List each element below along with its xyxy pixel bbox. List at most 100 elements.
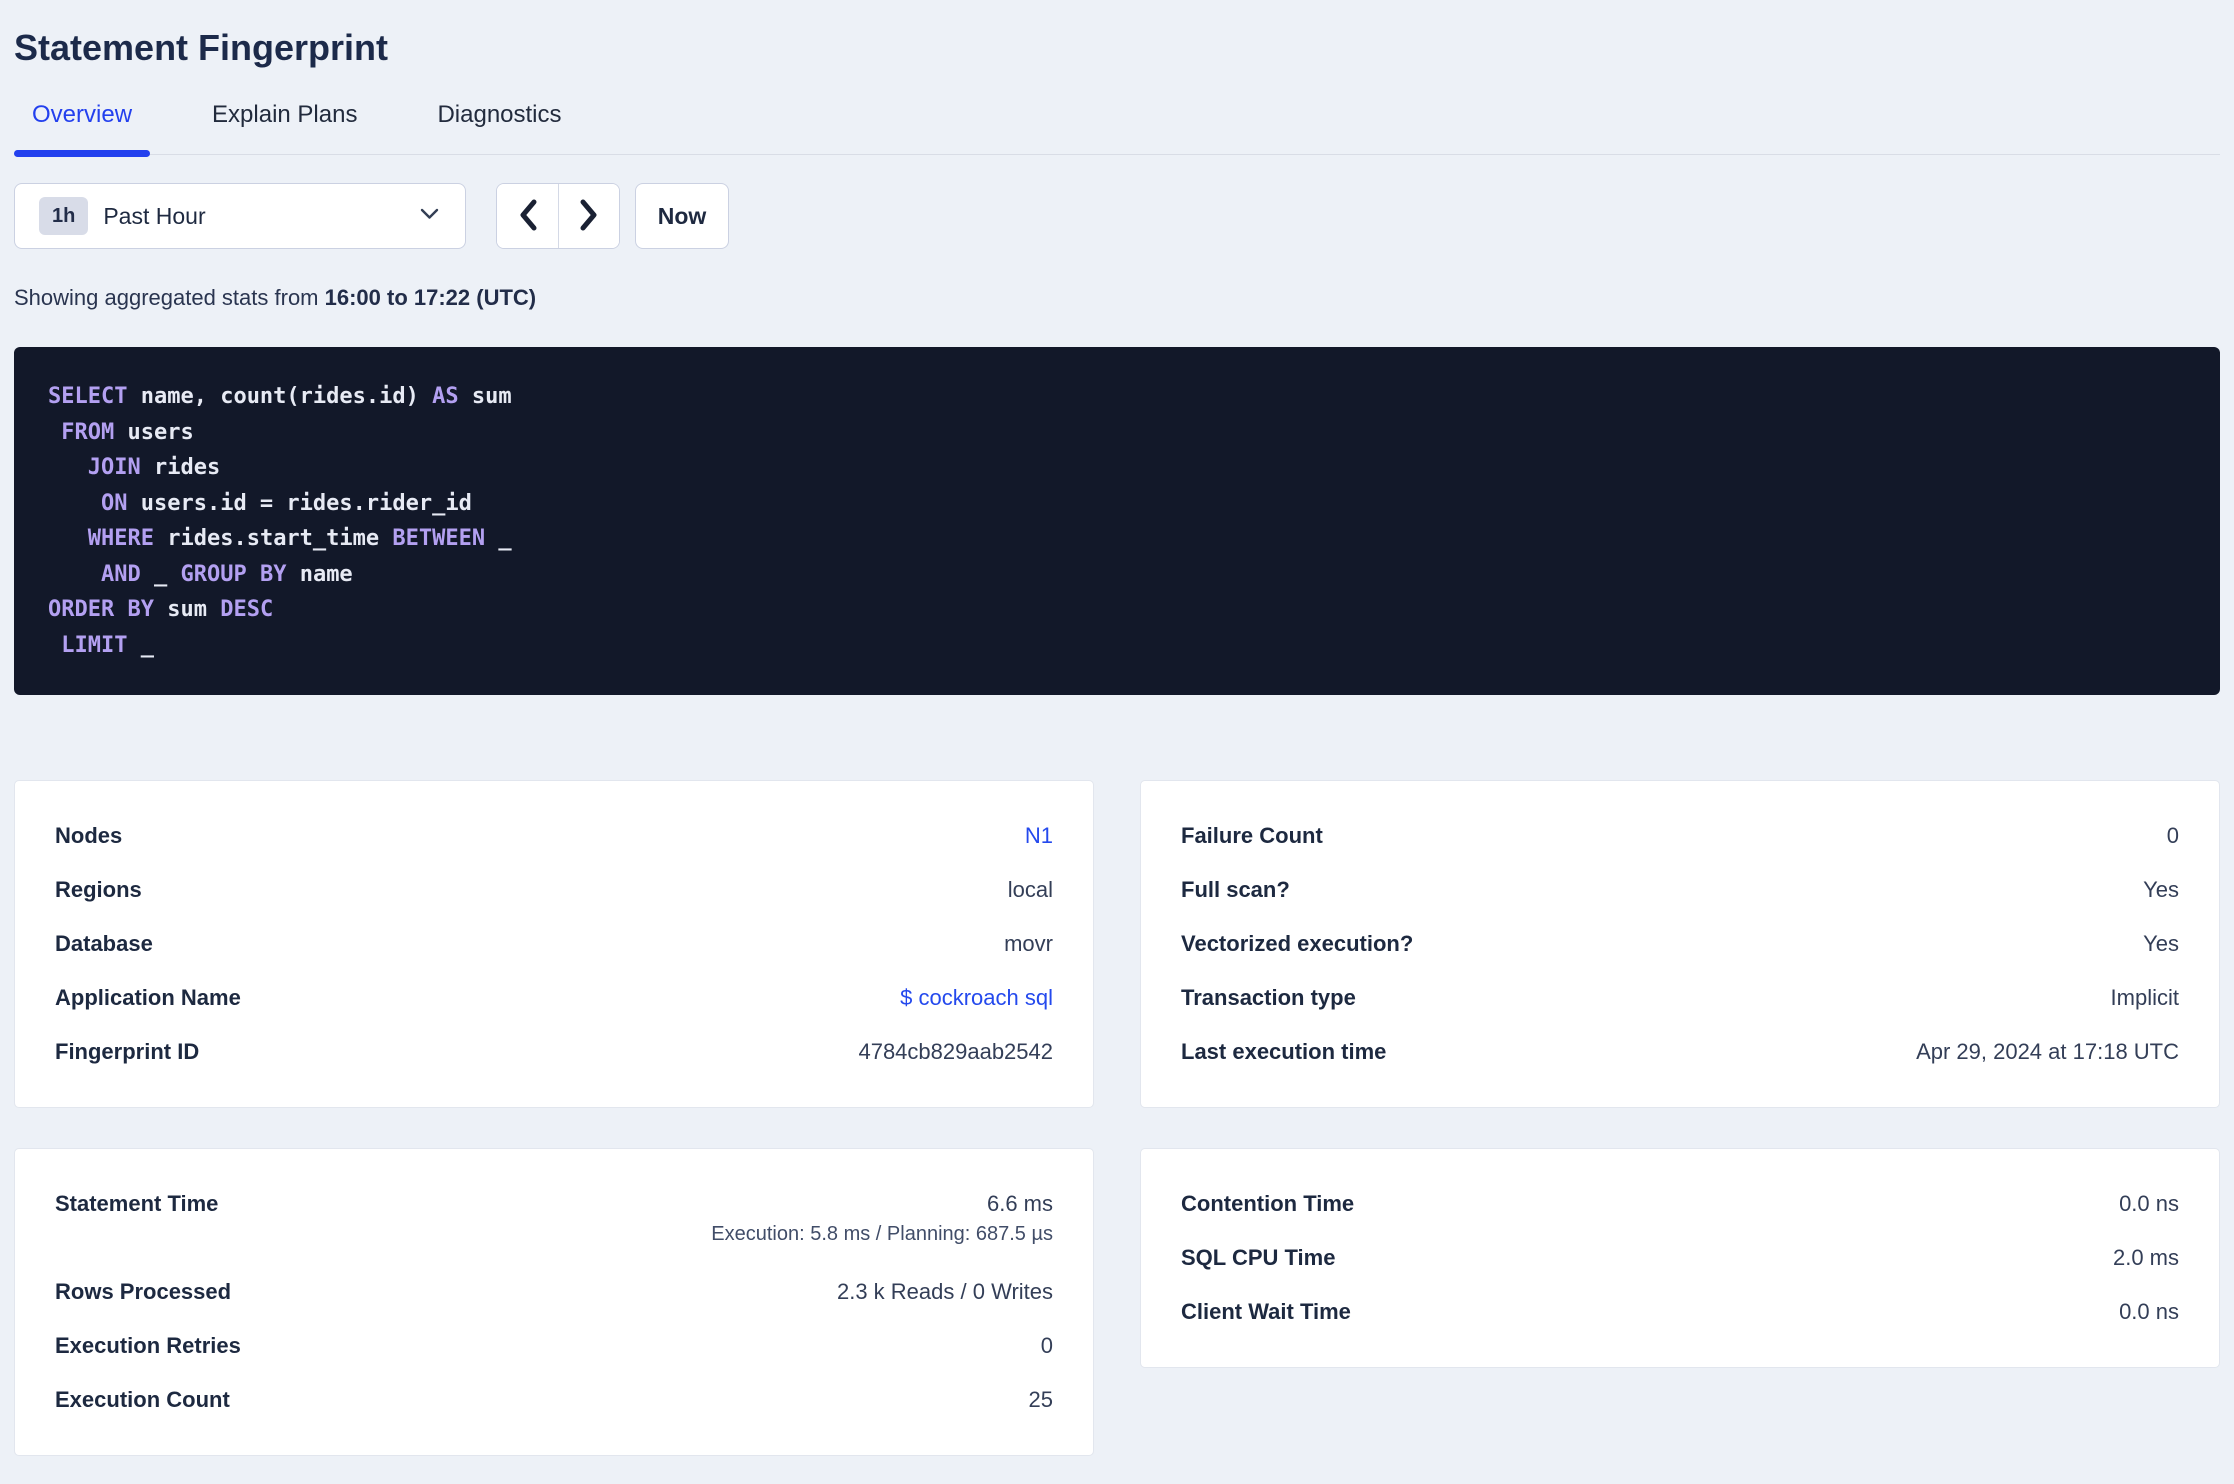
sql-keyword: AND xyxy=(100,561,141,587)
sql-keyword: LIMIT xyxy=(61,632,128,658)
stat-value: 2.0 ms xyxy=(2112,1245,2179,1270)
stat-value: 4784cb829aab2542 xyxy=(858,1039,1053,1064)
stat-value: 2.3 k Reads / 0 Writes xyxy=(836,1279,1053,1304)
stat-label: Application Name xyxy=(55,985,241,1010)
sql-line: LIMIT _ xyxy=(48,628,2186,664)
sql-identifier xyxy=(48,455,88,480)
sql-identifier xyxy=(48,633,61,658)
stat-label: Nodes xyxy=(55,823,123,848)
sql-line: ORDER BY sum DESC xyxy=(48,592,2186,628)
stat-label: Client Wait Time xyxy=(1181,1299,1351,1324)
stat-label: Statement Time xyxy=(55,1191,219,1216)
time-prev-button[interactable] xyxy=(497,184,558,248)
sql-identifier: _ xyxy=(485,526,512,551)
sql-statement-box: SELECT name, count(rides.id) AS sum FROM… xyxy=(14,347,2220,695)
sql-identifier: name xyxy=(286,561,353,587)
chevron-right-icon xyxy=(578,198,600,235)
stat-row: Transaction type Implicit xyxy=(1181,971,2179,1025)
sql-identifier: _ xyxy=(127,632,154,658)
stat-subvalue: Execution: 5.8 ms / Planning: 687.5 µs xyxy=(711,1223,1053,1245)
sql-line: JOIN rides xyxy=(48,450,2186,486)
time-range-select[interactable]: 1h Past Hour xyxy=(14,183,466,249)
chevron-down-icon xyxy=(420,207,439,225)
stat-value-link[interactable]: $ cockroach sql xyxy=(900,983,1053,1013)
time-step-button-group xyxy=(496,183,620,249)
stat-row: Rows Processed 2.3 k Reads / 0 Writes xyxy=(55,1265,1053,1319)
aggregated-stats-summary: Showing aggregated stats from 16:00 to 1… xyxy=(14,285,2220,311)
sql-keyword: SELECT xyxy=(48,384,128,409)
stat-row: Fingerprint ID 4784cb829aab2542 xyxy=(55,1025,1053,1079)
stat-row: Nodes N1 xyxy=(55,809,1053,863)
stat-row: SQL CPU Time 2.0 ms xyxy=(1181,1231,2179,1285)
stat-value-link[interactable]: N1 xyxy=(1025,821,1053,851)
execution-attributes-card: Failure Count 0 Full scan? Yes Vectorized ex… xyxy=(1140,780,2220,1108)
sql-identifier: _ xyxy=(140,561,181,587)
sql-identifier xyxy=(48,420,61,445)
time-range-badge: 1h xyxy=(39,197,89,235)
sql-identifier xyxy=(48,526,88,551)
stat-label: Vectorized execution? xyxy=(1181,931,1414,956)
aggregated-stats-prefix: Showing aggregated stats from xyxy=(14,285,325,310)
time-range-label: Past Hour xyxy=(103,202,206,229)
stat-label: Contention Time xyxy=(1181,1191,1355,1216)
stat-label: Last execution time xyxy=(1181,1039,1387,1064)
stat-row: Client Wait Time 0.0 ns xyxy=(1181,1285,2179,1339)
stat-value: 0 xyxy=(1040,1333,1053,1358)
stat-value: movr xyxy=(1004,931,1053,956)
stat-label: Full scan? xyxy=(1181,877,1290,902)
sql-identifier: rides.start_time xyxy=(153,526,393,551)
sql-line: FROM users xyxy=(48,415,2186,451)
stat-row: Execution Count 25 xyxy=(55,1373,1053,1427)
statement-fingerprint-page: Statement Fingerprint Overview Explain P… xyxy=(0,26,2234,1456)
sql-identifier: rides xyxy=(140,455,221,480)
stat-row: Statement Time 6.6 ms Execution: 5.8 ms / … xyxy=(55,1177,1053,1265)
stat-value: Apr 29, 2024 at 17:18 UTC xyxy=(1916,1039,2179,1064)
sql-keyword: WHERE xyxy=(87,526,154,551)
statement-times-card: Statement Time 6.6 ms Execution: 5.8 ms / … xyxy=(14,1148,1094,1456)
time-controls: 1h Past Hour Now xyxy=(14,183,2220,249)
stat-label: Execution Retries xyxy=(55,1333,241,1358)
tab-bar: Overview Explain Plans Diagnostics xyxy=(14,102,2220,157)
time-next-button[interactable] xyxy=(558,184,619,248)
sql-identifier: name, count(rides.id) xyxy=(127,384,433,409)
stat-label: Transaction type xyxy=(1181,985,1356,1010)
stat-row: Vectorized execution? Yes xyxy=(1181,917,2179,971)
stat-row: Full scan? Yes xyxy=(1181,863,2179,917)
chevron-left-icon xyxy=(517,198,539,235)
sql-identifier xyxy=(48,491,101,516)
tab-diagnostics[interactable]: Diagnostics xyxy=(419,102,579,154)
sql-keyword: BETWEEN xyxy=(392,526,486,551)
stat-row: Contention Time 0.0 ns xyxy=(1181,1177,2179,1231)
stat-label: Execution Count xyxy=(55,1387,230,1412)
stat-value: 0.0 ns xyxy=(2119,1299,2179,1324)
stat-label: Regions xyxy=(55,877,142,902)
sql-identifier: sum xyxy=(458,384,512,409)
sql-identifier xyxy=(48,562,101,587)
stat-row: Regions local xyxy=(55,863,1053,917)
stat-value: 25 xyxy=(1028,1387,1053,1412)
stat-value: 0 xyxy=(2166,823,2179,848)
stat-label: SQL CPU Time xyxy=(1181,1245,1336,1270)
page-title: Statement Fingerprint xyxy=(14,27,389,68)
wait-times-card: Contention Time 0.0 ns SQL CPU Time 2.0 ms C… xyxy=(1140,1148,2220,1368)
sql-keyword: JOIN xyxy=(87,455,141,480)
sql-identifier: users.id = rides.rider_id xyxy=(127,490,472,516)
sql-keyword: ORDER BY xyxy=(48,597,154,622)
sql-identifier: users xyxy=(114,419,194,445)
sql-line: AND _ GROUP BY name xyxy=(48,557,2186,593)
stat-row: Database movr xyxy=(55,917,1053,971)
sql-keyword: DESC xyxy=(220,597,274,622)
now-button[interactable]: Now xyxy=(635,183,729,249)
stat-row: Failure Count 0 xyxy=(1181,809,2179,863)
tab-explain-plans[interactable]: Explain Plans xyxy=(194,102,375,154)
stat-value-stack: 6.6 ms Execution: 5.8 ms / Planning: 687.… xyxy=(711,1189,1053,1247)
sql-keyword: AS xyxy=(432,384,459,409)
aggregated-stats-range: 16:00 to 17:22 (UTC) xyxy=(324,285,537,310)
sql-identifier: sum xyxy=(153,597,221,622)
tab-overview[interactable]: Overview xyxy=(14,102,151,157)
stat-value: Implicit xyxy=(2110,985,2179,1010)
sql-line: WHERE rides.start_time BETWEEN _ xyxy=(48,521,2186,557)
stat-label: Failure Count xyxy=(1181,823,1323,848)
stat-row: Last execution time Apr 29, 2024 at 17:18… xyxy=(1181,1025,2179,1079)
stat-row: Execution Retries 0 xyxy=(55,1319,1053,1373)
